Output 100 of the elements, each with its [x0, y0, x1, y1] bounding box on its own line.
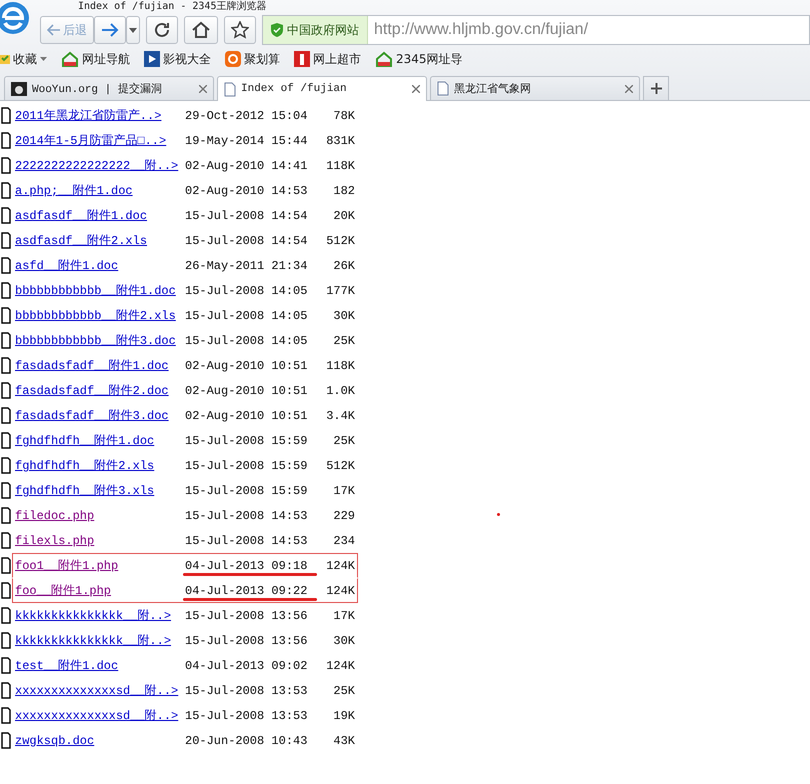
file-link[interactable]: foo__附件1.php [15, 582, 185, 599]
deal-icon [225, 51, 241, 67]
file-link[interactable]: kkkkkkkkkkkkkkk__附..> [15, 632, 185, 649]
modified-date: 02-Aug-2010 14:53 [185, 184, 308, 198]
browser-tab[interactable]: WooYun.org | 提交漏洞 [4, 76, 214, 100]
file-link[interactable]: test__附件1.doc [15, 657, 185, 674]
back-arrow-icon [47, 24, 61, 36]
bookmark-link[interactable]: 聚划算 [225, 50, 280, 68]
modified-date: 29-Oct-2012 15:04 [185, 108, 308, 122]
file-icon [1, 606, 11, 624]
file-link[interactable]: bbbbbbbbbbbb__附件1.doc [15, 282, 185, 299]
file-icon [1, 456, 11, 474]
modified-date: 15-Jul-2008 15:59 [185, 484, 308, 498]
file-icon [1, 106, 11, 124]
file-link[interactable]: 2222222222222222__附..> [15, 157, 185, 174]
modified-date: 02-Aug-2010 10:51 [185, 384, 308, 398]
file-icon [1, 131, 11, 149]
file-link[interactable]: a.php;__附件1.doc [15, 182, 185, 199]
file-icon [1, 356, 11, 374]
file-link[interactable]: filexls.php [15, 534, 185, 548]
modified-date: 20-Jun-2008 10:43 [185, 734, 308, 748]
file-size: 118K [325, 358, 355, 372]
modified-date: 26-May-2011 21:34 [185, 258, 308, 272]
modified-date: 15-Jul-2008 13:56 [185, 634, 308, 648]
file-size: 124K [325, 584, 355, 598]
file-icon [1, 481, 11, 499]
file-size: 124K [325, 558, 355, 572]
browser-tab[interactable]: 黑龙江省气象网 [430, 76, 640, 100]
modified-date: 19-May-2014 15:44 [185, 134, 308, 148]
forward-button[interactable] [94, 16, 126, 44]
file-link[interactable]: kkkkkkkkkkkkkkk__附..> [15, 607, 185, 624]
file-size: 177K [325, 284, 355, 298]
modified-date: 15-Jul-2008 13:53 [185, 708, 308, 722]
file-icon [1, 331, 11, 349]
file-icon [1, 231, 11, 249]
file-link[interactable]: foo1__附件1.php [15, 557, 185, 574]
file-link[interactable]: asfd__附件1.doc [15, 257, 185, 274]
browser-tab[interactable]: Index of /fujian [217, 76, 427, 101]
plus-icon [650, 83, 662, 94]
file-size: 3.4K [325, 408, 355, 422]
file-size: 512K [325, 234, 355, 248]
file-link[interactable]: fghdfhdfh__附件2.xls [15, 457, 185, 474]
new-tab-button[interactable] [643, 76, 669, 100]
modified-date: 04-Jul-2013 09:22 [185, 584, 315, 598]
modified-date: 15-Jul-2008 15:59 [185, 458, 308, 472]
file-link[interactable]: fghdfhdfh__附件1.doc [15, 432, 185, 449]
page-icon [437, 81, 449, 96]
modified-date: 15-Jul-2008 14:05 [185, 284, 308, 298]
refresh-button[interactable] [146, 16, 178, 44]
url-field[interactable]: http://www.hljmb.gov.cn/fujian/ [368, 20, 809, 40]
file-icon [1, 431, 11, 449]
file-link[interactable]: filedoc.php [15, 508, 185, 522]
file-link[interactable]: fasdadsfadf__附件2.doc [15, 382, 185, 399]
file-link[interactable]: xxxxxxxxxxxxxxsd__附..> [15, 682, 185, 699]
file-icon [1, 581, 11, 599]
caret-icon [40, 57, 47, 61]
modified-date: 15-Jul-2008 14:53 [185, 534, 308, 548]
close-icon[interactable] [199, 84, 207, 92]
address-bar[interactable]: 中国政府网站 http://www.hljmb.gov.cn/fujian/ [262, 15, 810, 45]
bookmark-link[interactable]: 网上超市 [294, 50, 361, 68]
file-icon [1, 631, 11, 649]
bookmark-link[interactable]: 收藏 [0, 50, 47, 68]
file-size: 25K [332, 434, 355, 448]
file-icon [1, 406, 11, 424]
modified-date: 15-Jul-2008 14:05 [185, 334, 308, 348]
favorite-button[interactable] [224, 16, 256, 44]
file-link[interactable]: fasdadsfadf__附件1.doc [15, 357, 185, 374]
caret-icon [129, 28, 137, 32]
file-size: 25K [332, 334, 355, 348]
dropdown-button[interactable] [126, 16, 140, 44]
close-icon[interactable] [412, 85, 420, 93]
file-icon [1, 381, 11, 399]
bookmark-link[interactable]: 影视大全 [144, 50, 211, 68]
file-link[interactable]: xxxxxxxxxxxxxxsd__附..> [15, 707, 185, 724]
file-size: 30K [332, 308, 355, 322]
file-size: 182 [332, 184, 355, 198]
file-link[interactable]: 2011年黑龙江省防雷产..> [15, 107, 185, 124]
tab-title: Index of /fujian [241, 83, 348, 95]
file-link[interactable]: zwgksqb.doc [15, 734, 185, 748]
file-link[interactable]: fghdfhdfh__附件3.xls [15, 482, 185, 499]
modified-date: 15-Jul-2008 14:53 [185, 508, 308, 522]
file-icon [1, 531, 11, 549]
file-link[interactable]: fasdadsfadf__附件3.doc [15, 407, 185, 424]
bookmark-link[interactable]: 网址导航 [61, 50, 130, 68]
file-link[interactable]: bbbbbbbbbbbb__附件3.doc [15, 332, 185, 349]
page-icon [224, 82, 236, 96]
close-icon[interactable] [625, 84, 633, 92]
file-link[interactable]: bbbbbbbbbbbb__附件2.xls [15, 307, 185, 324]
modified-date: 02-Aug-2010 10:51 [185, 408, 308, 422]
bookmark-link[interactable]: 2345网址导 [375, 50, 463, 68]
modified-date: 04-Jul-2013 09:18 [185, 558, 315, 572]
file-icon [1, 506, 11, 524]
file-link[interactable]: asdfasdf__附件2.xls [15, 232, 185, 249]
file-size: 118K [325, 158, 355, 172]
file-link[interactable]: asdfasdf__附件1.doc [15, 207, 185, 224]
film-icon [144, 51, 160, 67]
home-button[interactable] [184, 16, 218, 44]
file-size: 30K [332, 634, 355, 648]
file-link[interactable]: 2014年1-5月防雷产品□..> [15, 132, 185, 149]
file-size: 43K [332, 734, 355, 748]
